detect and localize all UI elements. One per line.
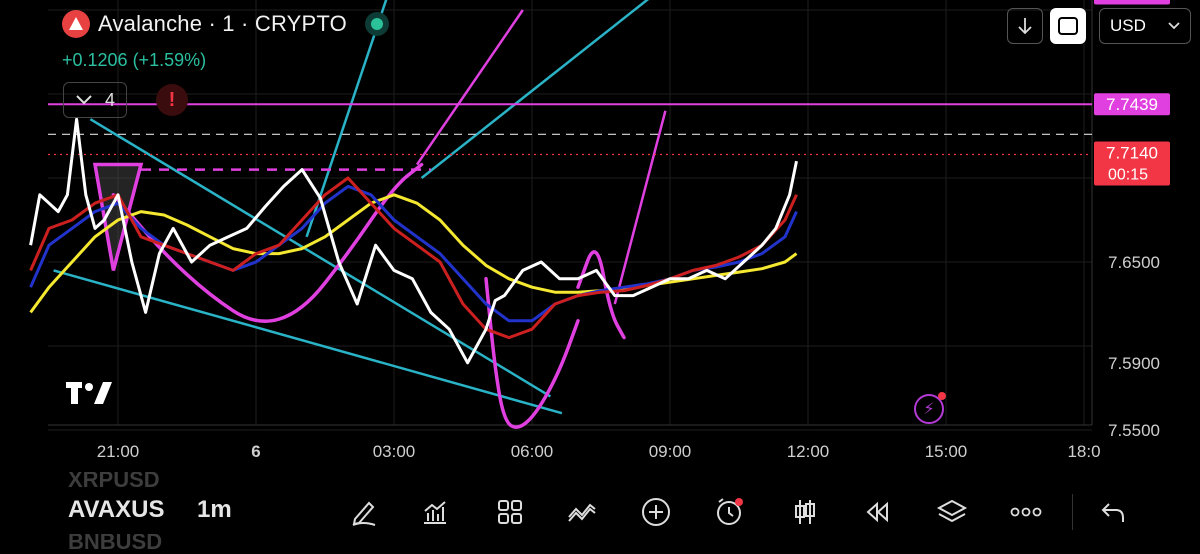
price-label: 7.8098 xyxy=(1106,0,1158,4)
plus-icon[interactable] xyxy=(636,492,676,532)
price-label: 7.7140 xyxy=(1106,143,1158,162)
x-tick-label: 12:00 xyxy=(787,442,830,461)
warning-icon[interactable]: ! xyxy=(156,84,188,116)
countdown-label: 00:15 xyxy=(1108,166,1148,183)
x-tick-label: 6 xyxy=(251,442,260,461)
undo-icon[interactable] xyxy=(1093,492,1133,532)
symbol-current[interactable]: AVAXUS xyxy=(68,496,164,524)
price-change: +0.1206 (+1.59%) xyxy=(62,50,207,70)
market-open-icon xyxy=(364,12,389,36)
currency-select[interactable]: USD xyxy=(1099,8,1191,44)
candles-icon[interactable] xyxy=(785,492,825,532)
indicator-count: 4 xyxy=(104,89,115,110)
chart-icon[interactable] xyxy=(415,492,455,532)
x-tick-label: 09:00 xyxy=(649,442,692,461)
x-tick-label: 15:00 xyxy=(925,442,968,461)
alert-icon[interactable] xyxy=(710,492,750,532)
layers-icon[interactable] xyxy=(932,492,972,532)
symbol-next[interactable]: BNBUSD xyxy=(68,534,162,550)
frame-icon xyxy=(1058,17,1078,35)
y-tick-label: 7.5900 xyxy=(1108,354,1160,373)
x-axis: 21:00 6 03:00 06:00 09:00 12:00 15:00 18:0 xyxy=(97,442,1101,461)
x-tick-label: 03:00 xyxy=(373,442,416,461)
more-icon[interactable] xyxy=(1006,492,1046,532)
series-line xyxy=(29,184,798,323)
trendline xyxy=(613,110,667,305)
chevron-down-icon xyxy=(1168,22,1180,30)
indicators-toggle-button[interactable]: 4 xyxy=(63,82,127,118)
arrow-down-icon xyxy=(1018,18,1032,35)
x-tick-label: 18:0 xyxy=(1067,442,1100,461)
timeframe-button[interactable]: 1m xyxy=(197,496,232,524)
y-tick-label: 7.6500 xyxy=(1108,253,1160,272)
pattern-icon[interactable] xyxy=(562,492,602,532)
symbol-prev[interactable]: XRPUSD xyxy=(68,472,208,488)
grid-icon[interactable] xyxy=(490,492,530,532)
download-button[interactable] xyxy=(1007,8,1043,44)
replay-icon[interactable] xyxy=(857,492,897,532)
x-tick-label: 21:00 xyxy=(97,442,140,461)
toolbar-divider xyxy=(1072,494,1073,530)
price-label: 7.7439 xyxy=(1106,95,1158,114)
y-tick-label: 7.5500 xyxy=(1108,421,1160,440)
y-axis: 7.5500 7.5900 7.6500 xyxy=(1108,253,1160,440)
bottom-toolbar: XRPUSD AVAXUS BNBUSD 1m xyxy=(0,472,1200,554)
currency-value: USD xyxy=(1110,16,1146,35)
pencil-icon[interactable] xyxy=(344,492,384,532)
chevron-down-icon xyxy=(76,95,92,105)
trendline xyxy=(420,0,650,179)
lightning-icon[interactable]: ⚡ xyxy=(914,392,946,424)
fullscreen-button[interactable] xyxy=(1050,8,1086,44)
x-tick-label: 06:00 xyxy=(511,442,554,461)
avalanche-logo-icon xyxy=(62,10,90,38)
series-line xyxy=(29,193,798,314)
chart-series xyxy=(29,117,798,365)
symbol-header[interactable]: Avalanche · 1 · CRYPTO xyxy=(62,10,389,38)
symbol-list[interactable]: XRPUSD AVAXUS BNBUSD xyxy=(68,472,208,550)
tradingview-logo-icon xyxy=(66,380,116,413)
symbol-title: Avalanche · 1 · CRYPTO xyxy=(98,11,347,36)
